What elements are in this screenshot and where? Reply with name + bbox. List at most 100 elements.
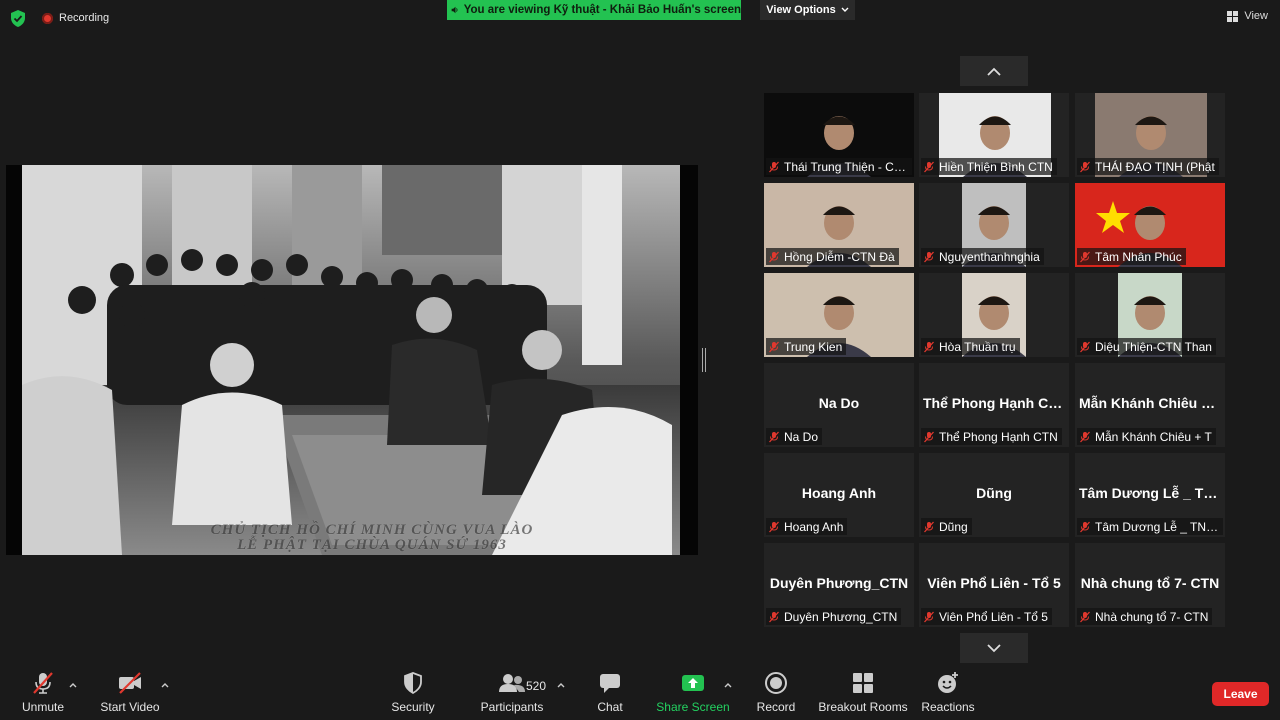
chat-label: Chat bbox=[597, 700, 623, 714]
viewing-banner-text: You are viewing Kỹ thuật - Khải Bảo Huấn… bbox=[463, 4, 741, 16]
muted-mic-icon bbox=[769, 431, 779, 442]
muted-mic-icon bbox=[1080, 611, 1090, 622]
speaker-icon bbox=[451, 6, 458, 14]
participant-tile[interactable]: THÁI ĐẠO TỊNH (Phật bbox=[1075, 93, 1225, 177]
participant-tile[interactable]: Viên Phổ Liên - Tổ 5 Viên Phổ Liên - Tổ 5 bbox=[919, 543, 1069, 627]
zoom-meeting-window: Recording You are viewing Kỹ thuật - Khả… bbox=[0, 0, 1280, 720]
participant-name-label: Diệu Thiện-CTN Than bbox=[1077, 338, 1216, 355]
reactions-smiley-icon bbox=[934, 670, 962, 696]
breakout-rooms-button[interactable]: Breakout Rooms bbox=[818, 664, 908, 720]
participant-name: Duyên Phương_CTN bbox=[784, 609, 898, 624]
encryption-shield-icon[interactable] bbox=[10, 10, 26, 27]
meeting-toolbar: Unmute Start Video Security Participants… bbox=[0, 664, 1280, 720]
viewing-screen-banner: You are viewing Kỹ thuật - Khải Bảo Huấn… bbox=[447, 0, 741, 20]
participant-tile[interactable]: Duyên Phương_CTN Duyên Phương_CTN bbox=[764, 543, 914, 627]
participant-name-label: Mẫn Khánh Chiêu + T bbox=[1077, 428, 1216, 445]
participant-display-name: Dũng bbox=[976, 485, 1012, 501]
participant-tile[interactable]: Mẫn Khánh Chiêu + T Mẫn Khánh Chiêu + T bbox=[1075, 363, 1225, 447]
participant-tile[interactable]: Nhà chung tổ 7- CTN Nhà chung tổ 7- CTN bbox=[1075, 543, 1225, 627]
chevron-down-icon bbox=[987, 643, 1001, 652]
participant-tile[interactable]: Hoang Anh Hoang Anh bbox=[764, 453, 914, 537]
participant-tile[interactable]: Dũng Dũng bbox=[919, 453, 1069, 537]
participant-name-label: Na Do bbox=[766, 428, 823, 445]
muted-mic-icon bbox=[769, 161, 779, 172]
participant-tile[interactable]: Tâm Nhân Phúc bbox=[1075, 183, 1225, 267]
muted-mic-icon bbox=[1080, 431, 1090, 442]
participants-options-caret-icon[interactable] bbox=[556, 680, 566, 690]
participant-name-label: Dũng bbox=[921, 518, 972, 535]
shared-historical-photo: CHỦ TỊCH HỒ CHÍ MINH CÙNG VUA LÀO LỄ PHẬ… bbox=[22, 165, 680, 555]
participant-name: Hồng Diễm -CTN Đà bbox=[784, 249, 895, 264]
participant-name: Nhà chung tổ 7- CTN bbox=[1095, 609, 1209, 624]
record-icon bbox=[762, 670, 790, 696]
muted-mic-icon bbox=[924, 251, 934, 262]
view-options-button[interactable]: View Options bbox=[760, 0, 855, 20]
breakout-rooms-label: Breakout Rooms bbox=[818, 700, 908, 714]
muted-mic-icon bbox=[769, 341, 779, 352]
participant-tile[interactable]: Na Do Na Do bbox=[764, 363, 914, 447]
participant-name-label: Duyên Phương_CTN bbox=[766, 608, 902, 625]
participant-tile[interactable]: Nguyenthanhnghia bbox=[919, 183, 1069, 267]
leave-button[interactable]: Leave bbox=[1212, 682, 1269, 706]
caption-line-1: CHỦ TỊCH HỒ CHÍ MINH CÙNG VUA LÀO bbox=[210, 522, 534, 538]
muted-mic-icon bbox=[924, 611, 934, 622]
muted-mic-icon bbox=[924, 431, 934, 442]
unmute-label: Unmute bbox=[21, 700, 65, 714]
participant-display-name: Duyên Phương_CTN bbox=[769, 575, 909, 591]
record-button[interactable]: Record bbox=[754, 664, 798, 720]
view-button[interactable]: View bbox=[1227, 10, 1268, 22]
participant-name: Tâm Nhân Phúc bbox=[1095, 249, 1182, 264]
participant-tile[interactable]: Thể Phong Hạnh CTN Thể Phong Hạnh CTN bbox=[919, 363, 1069, 447]
photo-caption: CHỦ TỊCH HỒ CHÍ MINH CÙNG VUA LÀO LỄ PHẬ… bbox=[62, 523, 680, 553]
participants-label: Participants bbox=[480, 700, 544, 714]
participant-tile[interactable]: Trung Kien bbox=[764, 273, 914, 357]
muted-mic-icon bbox=[924, 161, 934, 172]
chevron-up-icon bbox=[987, 67, 1001, 76]
participant-display-name: Mẫn Khánh Chiêu + T bbox=[1079, 395, 1221, 411]
participant-tile[interactable]: Thái Trung Thiện - CTN bbox=[764, 93, 914, 177]
security-shield-icon bbox=[399, 670, 427, 696]
start-video-label: Start Video bbox=[100, 700, 160, 714]
start-video-button[interactable]: Start Video bbox=[98, 664, 162, 720]
muted-mic-icon bbox=[924, 341, 934, 352]
share-screen-button[interactable]: Share Screen bbox=[656, 664, 730, 720]
gallery-page-down-button[interactable] bbox=[960, 633, 1028, 663]
recording-dot-icon bbox=[42, 12, 53, 24]
participant-name-label: Hòa Thuần trụ bbox=[921, 338, 1020, 355]
participant-name: Hòa Thuần trụ bbox=[939, 339, 1016, 354]
participant-name-label: Thái Trung Thiện - CTN bbox=[766, 158, 912, 175]
participant-name-label: Tâm Dương Lễ _ TNBG bbox=[1077, 518, 1223, 535]
share-options-caret-icon[interactable] bbox=[723, 680, 733, 690]
grid-view-icon bbox=[1227, 10, 1239, 22]
participant-name: Nguyenthanhnghia bbox=[939, 249, 1040, 264]
video-options-caret-icon[interactable] bbox=[160, 680, 170, 690]
participant-count: 520 bbox=[526, 679, 547, 693]
split-resize-handle[interactable] bbox=[702, 348, 706, 372]
participant-display-name: Na Do bbox=[818, 395, 860, 411]
participant-name: Diệu Thiện-CTN Than bbox=[1095, 339, 1212, 354]
participant-name-label: Trung Kien bbox=[766, 338, 847, 355]
participant-tile[interactable]: Tâm Dương Lễ _ TNBG Tâm Dương Lễ _ TNBG bbox=[1075, 453, 1225, 537]
participants-icon bbox=[498, 670, 526, 696]
chat-button[interactable]: Chat bbox=[590, 664, 630, 720]
participant-tile[interactable]: Diệu Thiện-CTN Than bbox=[1075, 273, 1225, 357]
unmute-button[interactable]: Unmute bbox=[18, 664, 68, 720]
chevron-down-icon bbox=[841, 7, 849, 12]
reactions-button[interactable]: Reactions bbox=[920, 664, 976, 720]
participant-name-label: Nhà chung tổ 7- CTN bbox=[1077, 608, 1213, 625]
muted-mic-icon bbox=[769, 251, 779, 262]
participant-name: Hiền Thiện Bình CTN bbox=[939, 159, 1053, 174]
participant-tile[interactable]: Hiền Thiện Bình CTN bbox=[919, 93, 1069, 177]
video-off-icon bbox=[116, 670, 144, 696]
share-screen-icon bbox=[679, 670, 707, 696]
audio-options-caret-icon[interactable] bbox=[68, 680, 78, 690]
participant-name-label: Nguyenthanhnghia bbox=[921, 248, 1044, 265]
participant-tile[interactable]: Hồng Diễm -CTN Đà bbox=[764, 183, 914, 267]
shared-screen[interactable]: CHỦ TỊCH HỒ CHÍ MINH CÙNG VUA LÀO LỄ PHẬ… bbox=[6, 165, 698, 555]
recording-indicator[interactable]: Recording bbox=[42, 12, 109, 24]
participant-tile[interactable]: Hòa Thuần trụ bbox=[919, 273, 1069, 357]
security-button[interactable]: Security bbox=[388, 664, 438, 720]
gallery-page-up-button[interactable] bbox=[960, 56, 1028, 86]
microphone-muted-icon bbox=[29, 670, 57, 696]
participant-name: THÁI ĐẠO TỊNH (Phật bbox=[1095, 159, 1215, 174]
